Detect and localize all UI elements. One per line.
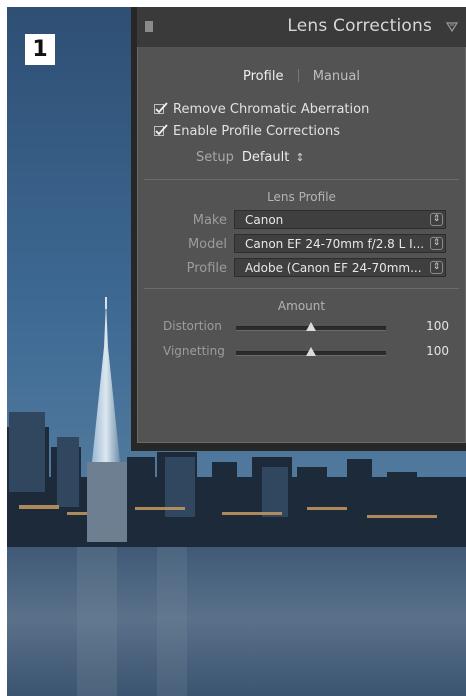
setup-spinner-icon[interactable]: ↕ [295, 151, 304, 164]
dropdown-arrows-icon: ⇕ [430, 213, 443, 226]
panel-switch-icon[interactable] [145, 21, 153, 32]
dropdown-arrows-icon: ⇕ [430, 261, 443, 274]
dropdown-arrows-icon: ⇕ [430, 237, 443, 250]
make-label: Make [192, 213, 227, 228]
vignetting-slider-thumb[interactable] [306, 347, 316, 356]
enable-profile-corrections-label: Enable Profile Corrections [173, 124, 340, 139]
profile-manual-tabs: Profile Manual [138, 69, 465, 84]
make-dropdown[interactable]: Canon ⇕ [234, 210, 446, 229]
section-divider [144, 179, 459, 180]
enable-profile-corrections-checkbox[interactable]: Enable Profile Corrections [154, 124, 340, 139]
checkmark-icon [154, 102, 168, 114]
profile-dropdown[interactable]: Adobe (Canon EF 24-70mm... ⇕ [234, 258, 446, 277]
tab-profile[interactable]: Profile [243, 69, 283, 84]
distortion-row: Distortion 100 [138, 318, 465, 338]
remove-chromatic-aberration-label: Remove Chromatic Aberration [173, 102, 370, 117]
setup-label: Setup [196, 150, 234, 165]
step-number-badge: 1 [25, 34, 55, 65]
lens-profile-heading: Lens Profile [267, 190, 336, 204]
panel-body: Profile Manual Remove Chromatic Aberrati… [137, 47, 466, 443]
profile-label: Profile [186, 261, 227, 276]
model-label: Model [187, 237, 227, 252]
amount-heading: Amount [277, 299, 326, 313]
distortion-value[interactable]: 100 [426, 319, 449, 333]
model-value: Canon EF 24-70mm f/2.8 L I... [245, 237, 425, 251]
lens-corrections-panel: Lens Corrections Profile Manual Remove C… [131, 7, 466, 451]
distortion-label: Distortion [163, 319, 222, 333]
vignetting-row: Vignetting 100 [138, 343, 465, 363]
collapse-triangle-icon[interactable] [446, 22, 458, 32]
distortion-slider-thumb[interactable] [306, 322, 316, 331]
tab-separator [297, 69, 299, 82]
section-divider [144, 288, 459, 289]
vignetting-slider[interactable] [236, 347, 386, 356]
model-dropdown[interactable]: Canon EF 24-70mm f/2.8 L I... ⇕ [234, 234, 446, 253]
panel-title: Lens Corrections [287, 16, 432, 36]
distortion-slider[interactable] [236, 322, 386, 331]
checkmark-icon [154, 124, 168, 136]
model-row: Model Canon EF 24-70mm f/2.8 L I... ⇕ [138, 234, 465, 254]
setup-row: Setup Default ↕ [196, 150, 305, 165]
make-value: Canon [245, 213, 284, 227]
setup-dropdown[interactable]: Default [242, 150, 290, 165]
tab-manual[interactable]: Manual [313, 69, 360, 84]
vignetting-value[interactable]: 100 [426, 344, 449, 358]
profile-value: Adobe (Canon EF 24-70mm... [245, 261, 422, 275]
vignetting-label: Vignetting [163, 344, 225, 358]
make-row: Make Canon ⇕ [138, 210, 465, 230]
panel-header[interactable]: Lens Corrections [137, 7, 466, 48]
profile-row: Profile Adobe (Canon EF 24-70mm... ⇕ [138, 258, 465, 278]
remove-chromatic-aberration-checkbox[interactable]: Remove Chromatic Aberration [154, 102, 369, 117]
